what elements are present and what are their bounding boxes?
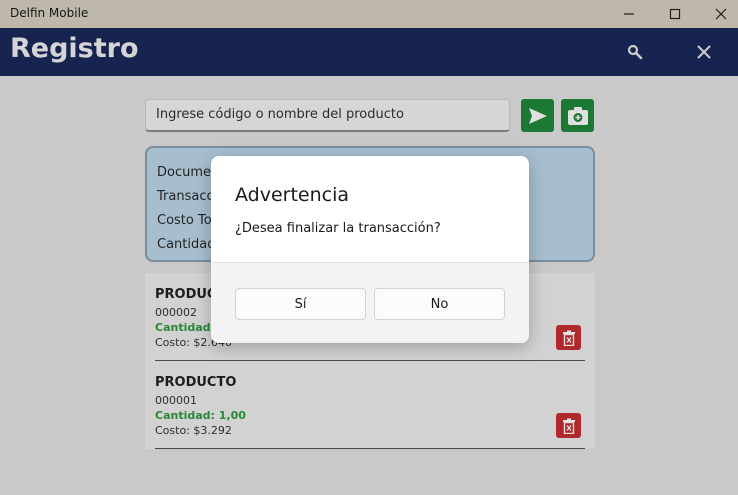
dialog-footer: Sí No (211, 262, 529, 343)
dialog-title: Advertencia (235, 184, 350, 206)
confirm-no-button[interactable]: No (374, 288, 505, 320)
confirm-yes-button[interactable]: Sí (235, 288, 366, 320)
dialog-message: ¿Desea finalizar la transacción? (235, 221, 441, 236)
confirm-dialog: Advertencia ¿Desea finalizar la transacc… (211, 156, 529, 343)
